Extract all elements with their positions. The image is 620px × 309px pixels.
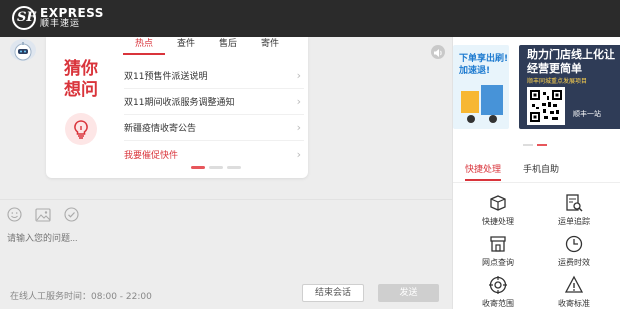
faq-title: 猜你想问 — [64, 59, 98, 100]
chevron-right-icon: › — [296, 121, 301, 134]
box-icon — [490, 195, 506, 211]
service-delivery-range[interactable]: 收寄范围 — [463, 275, 533, 309]
carousel-dot[interactable] — [227, 166, 241, 169]
emoji-icon[interactable] — [7, 207, 22, 226]
image-icon[interactable] — [35, 207, 51, 226]
top-bar: SF EXPRESS 顺丰速运 — [0, 0, 620, 37]
store-icon — [490, 236, 506, 252]
carousel-dot[interactable] — [191, 166, 205, 169]
banner-dot[interactable] — [537, 144, 547, 146]
tab-tracking[interactable]: 查件 — [165, 37, 207, 55]
service-outlet-search[interactable]: 网点查询 — [463, 234, 533, 268]
banner-b-title: 助力门店线上化让经营更简单 — [527, 48, 615, 75]
tab-send[interactable]: 寄件 — [249, 37, 291, 55]
logo-icon: SF — [12, 6, 36, 30]
promo-banner-b[interactable]: 助力门店线上化让经营更简单 顺丰同城重点发展项目 顺丰一站 — [519, 45, 620, 129]
banner-b-brand: 顺丰一站 — [573, 110, 601, 118]
tab-quick-handle[interactable]: 快捷处理 — [465, 162, 502, 181]
tab-mobile-self-service[interactable]: 手机自助 — [523, 162, 559, 181]
right-panel: 下单享出刷!加速退! 助力门店线上化让经营更简单 顺丰同城重点发展项目 顺丰一站… — [452, 37, 620, 309]
bulb-icon — [65, 113, 97, 145]
service-quick-handle[interactable]: 快捷处理 — [463, 193, 533, 227]
service-hours: 在线人工服务时间：08:00 - 22:00 — [10, 292, 152, 302]
promo-banner-a[interactable]: 下单享出刷!加速退! — [453, 45, 509, 129]
tab-aftersales[interactable]: 售后 — [207, 37, 249, 55]
faq-tabs: 热点 查件 售后 寄件 — [123, 37, 291, 55]
banner-dot[interactable] — [523, 144, 533, 146]
send-button[interactable]: 发送 — [378, 284, 439, 302]
target-icon — [489, 276, 507, 294]
divider — [453, 182, 620, 183]
right-tabs: 快捷处理 手机自助 — [465, 162, 559, 181]
clock-icon — [565, 235, 583, 253]
brand-logo: SF EXPRESS 顺丰速运 — [12, 6, 104, 30]
service-delivery-standard[interactable]: 收寄标准 — [539, 275, 609, 309]
tab-hot[interactable]: 热点 — [123, 37, 165, 55]
chevron-right-icon: › — [296, 95, 301, 108]
chevron-right-icon: › — [296, 69, 301, 82]
carousel-dot[interactable] — [209, 166, 223, 169]
end-session-button[interactable]: 结束会话 — [302, 284, 364, 302]
speaker-icon[interactable] — [431, 45, 445, 59]
banner-b-subtitle: 顺丰同城重点发展项目 — [527, 78, 588, 85]
input-bar: 在线人工服务时间：08:00 - 22:00 结束会话 发送 — [0, 199, 452, 309]
faq-list: 双11预售件派送说明 › 双11期间收派服务调整通知 › 新疆疫情收寄公告 › 我要催… — [124, 63, 304, 167]
brand-name-en: EXPRESS — [40, 6, 104, 20]
faq-item[interactable]: 双11预售件派送说明 › — [124, 63, 304, 89]
faq-card: 猜你想问 热点 查件 售后 寄件 双11预售件派送说明 › 双11期间收派服务调整… — [46, 37, 308, 178]
service-tracking[interactable]: 运单追踪 — [539, 193, 609, 227]
faq-item[interactable]: 新疆疫情收寄公告 › — [124, 115, 304, 141]
service-freight-time[interactable]: 运费时效 — [539, 234, 609, 268]
message-input[interactable] — [7, 227, 445, 249]
chevron-right-icon: › — [296, 147, 301, 161]
check-icon[interactable] — [64, 207, 79, 226]
faq-item-urge[interactable]: 我要催促快件 › — [124, 141, 304, 167]
document-search-icon — [566, 194, 583, 212]
warning-icon — [564, 275, 584, 293]
qr-code — [527, 87, 565, 125]
faq-item[interactable]: 双11期间收派服务调整通知 › — [124, 89, 304, 115]
robot-avatar-icon — [10, 39, 36, 61]
banner-a-text: 下单享出刷!加速退! — [459, 54, 509, 76]
banner-dots — [523, 144, 547, 146]
carousel-dots — [191, 166, 241, 169]
brand-name-cn: 顺丰速运 — [40, 19, 81, 29]
